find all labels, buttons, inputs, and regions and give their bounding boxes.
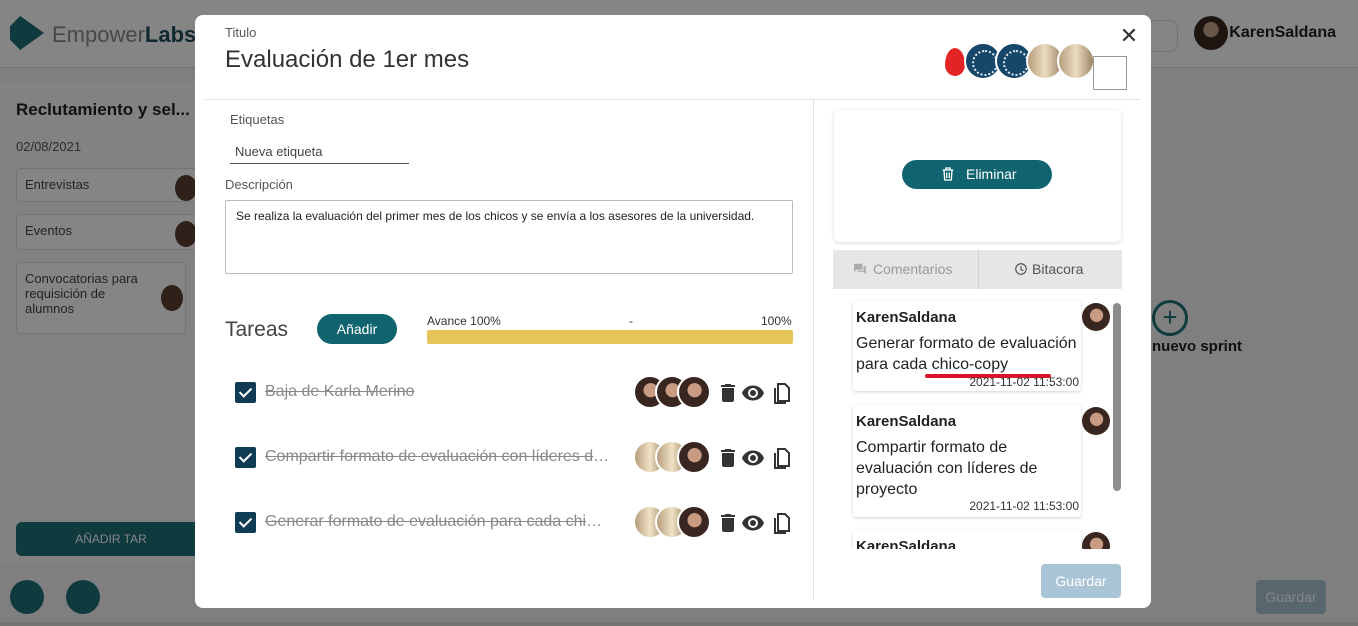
title-label: Titulo bbox=[225, 25, 257, 40]
header-divider bbox=[205, 99, 1140, 100]
task-title[interactable]: Compartir formato de evaluación con líde… bbox=[265, 448, 610, 466]
delete-label: Eliminar bbox=[966, 166, 1017, 182]
task-row: Compartir formato de evaluación con líde… bbox=[235, 438, 800, 478]
comment-time: 2021-11-02 11:53:00 bbox=[969, 499, 1079, 513]
comment-author: KarenSaldana bbox=[856, 309, 957, 326]
actions-card: Eliminar bbox=[834, 110, 1121, 242]
eye-icon[interactable] bbox=[741, 446, 765, 470]
delete-button[interactable]: Eliminar bbox=[902, 160, 1052, 189]
task-assignees bbox=[633, 503, 723, 543]
comment-avatar bbox=[1082, 303, 1110, 331]
progress-bar bbox=[427, 330, 793, 344]
modal-title[interactable]: Evaluación de 1er mes bbox=[225, 46, 469, 74]
copy-icon[interactable] bbox=[769, 446, 793, 470]
task-assignees bbox=[633, 438, 723, 478]
clock-icon bbox=[1015, 263, 1027, 275]
progress-label: Avance 100% bbox=[427, 314, 501, 328]
comment-item: KarenSaldana Compartir formato de evalua… bbox=[853, 405, 1081, 517]
copy-icon[interactable] bbox=[769, 381, 793, 405]
close-button[interactable]: ✕ bbox=[1119, 25, 1139, 47]
task-row: Generar formato de evaluación para cada … bbox=[235, 503, 800, 543]
trash-icon[interactable] bbox=[716, 446, 740, 470]
comment-text: Compartir formato de evaluación con líde… bbox=[856, 439, 1038, 498]
comment-item: KarenSaldana Generar formato de evaluaci… bbox=[853, 301, 1081, 391]
member-avatar[interactable] bbox=[1057, 42, 1095, 80]
broken-image-icon[interactable] bbox=[1093, 56, 1127, 90]
save-button[interactable]: Guardar bbox=[1041, 564, 1121, 598]
task-title[interactable]: Baja de Karla Merino bbox=[265, 383, 610, 401]
add-task-button[interactable]: Añadir bbox=[317, 314, 397, 344]
tab-comments-label: Comentarios bbox=[873, 261, 953, 277]
copy-icon[interactable] bbox=[769, 511, 793, 535]
progress-percent: 100% bbox=[761, 314, 792, 328]
assignee-avatar[interactable] bbox=[677, 375, 711, 409]
comment-item: KarenSaldana bbox=[853, 530, 1081, 549]
task-title[interactable]: Generar formato de evaluación para cada … bbox=[265, 513, 610, 531]
member-avatars bbox=[934, 42, 1134, 90]
comment-avatar bbox=[1082, 532, 1110, 549]
task-row: Baja de Karla Merino bbox=[235, 373, 800, 413]
description-textarea[interactable]: Se realiza la evaluación del primer mes … bbox=[225, 200, 793, 274]
new-tag-input[interactable] bbox=[230, 139, 409, 164]
tab-log[interactable]: Bitacora bbox=[978, 250, 1122, 289]
trash-icon[interactable] bbox=[716, 511, 740, 535]
task-modal: Titulo Evaluación de 1er mes ✕ Etiquetas… bbox=[195, 15, 1151, 608]
eye-icon[interactable] bbox=[741, 511, 765, 535]
comments-scrollbar[interactable] bbox=[1113, 303, 1121, 491]
comment-text: Generar formato de evaluación para cada … bbox=[856, 335, 1077, 373]
comment-time: 2021-11-02 11:53:00 bbox=[969, 375, 1079, 389]
task-checkbox[interactable] bbox=[235, 512, 256, 533]
progress-separator: - bbox=[629, 314, 633, 328]
tab-log-label: Bitacora bbox=[1032, 261, 1084, 277]
progress-fill bbox=[427, 330, 793, 344]
column-divider bbox=[813, 100, 814, 600]
chat-icon bbox=[854, 263, 866, 275]
tasks-title: Tareas bbox=[225, 318, 289, 341]
trash-icon[interactable] bbox=[716, 381, 740, 405]
eye-icon[interactable] bbox=[741, 381, 765, 405]
tags-label: Etiquetas bbox=[230, 112, 285, 127]
tab-comments[interactable]: Comentarios bbox=[833, 250, 978, 289]
comments-list[interactable]: KarenSaldana Generar formato de evaluaci… bbox=[833, 299, 1123, 549]
description-label: Descripción bbox=[225, 177, 293, 192]
comment-author: KarenSaldana bbox=[856, 538, 957, 549]
comment-avatar bbox=[1082, 407, 1110, 435]
trash-icon bbox=[942, 167, 954, 181]
task-checkbox[interactable] bbox=[235, 382, 256, 403]
task-assignees bbox=[633, 373, 723, 413]
assignee-avatar[interactable] bbox=[677, 505, 711, 539]
comment-author: KarenSaldana bbox=[856, 413, 957, 430]
task-checkbox[interactable] bbox=[235, 447, 256, 468]
assignee-avatar[interactable] bbox=[677, 440, 711, 474]
